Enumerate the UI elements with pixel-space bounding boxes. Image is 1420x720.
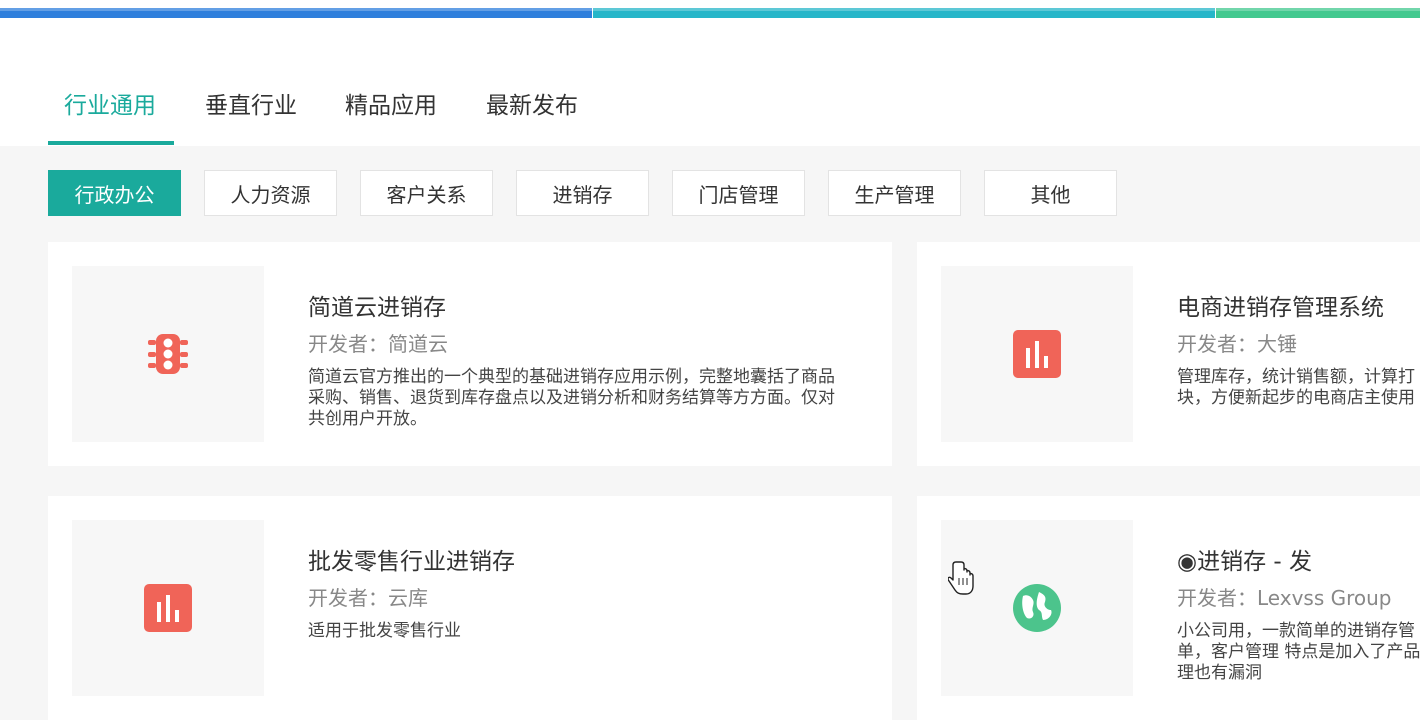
developer-label: 开发者： bbox=[308, 586, 388, 610]
tab-featured-apps[interactable]: 精品应用 bbox=[345, 86, 437, 120]
app-thumbnail bbox=[941, 266, 1133, 442]
app-thumbnail bbox=[941, 520, 1133, 696]
app-thumbnail bbox=[72, 266, 264, 442]
app-title[interactable]: 电商进销存管理系统 bbox=[1177, 288, 1384, 322]
bar-chart-icon bbox=[1013, 330, 1061, 378]
bar-chart-icon bbox=[144, 584, 192, 632]
filter-inventory[interactable]: 进销存 bbox=[516, 170, 649, 216]
top-bar-highlight bbox=[0, 8, 1420, 11]
developer-label: 开发者： bbox=[1177, 586, 1257, 610]
app-card[interactable]: 简道云进销存 开发者：简道云 简道云官方推出的一个典型的基础进销存应用示例，完整… bbox=[48, 242, 892, 466]
app-developer: 开发者：云库 bbox=[308, 582, 428, 611]
app-card[interactable]: 电商进销存管理系统 开发者：大锤 管理库存，统计销售额，计算打块，方便新起步的电… bbox=[917, 242, 1420, 466]
developer-name: 云库 bbox=[388, 586, 428, 610]
app-developer: 开发者：简道云 bbox=[308, 328, 448, 357]
filter-production-management[interactable]: 生产管理 bbox=[828, 170, 961, 216]
hand-pointer-cursor-icon bbox=[947, 560, 976, 596]
header: 行业通用 垂直行业 精品应用 最新发布 bbox=[0, 18, 1420, 146]
traffic-light-icon bbox=[144, 330, 192, 378]
app-developer: 开发者：大锤 bbox=[1177, 328, 1297, 357]
filter-other[interactable]: 其他 bbox=[984, 170, 1117, 216]
filter-admin-office[interactable]: 行政办公 bbox=[48, 170, 181, 216]
tab-industry-general[interactable]: 行业通用 bbox=[64, 86, 156, 120]
app-title[interactable]: ◉进销存 - 发 bbox=[1177, 542, 1312, 576]
globe-icon bbox=[1013, 584, 1061, 632]
app-card[interactable]: 批发零售行业进销存 开发者：云库 适用于批发零售行业 bbox=[48, 496, 892, 720]
app-description: 管理库存，统计销售额，计算打块，方便新起步的电商店主使用 bbox=[1177, 367, 1415, 408]
top-color-bar bbox=[0, 0, 1420, 18]
app-title[interactable]: 批发零售行业进销存 bbox=[308, 542, 515, 576]
filter-customer-relations[interactable]: 客户关系 bbox=[360, 170, 493, 216]
active-tab-indicator bbox=[48, 141, 174, 145]
app-card[interactable]: ◉进销存 - 发 开发者：Lexvss Group 小公司用，一款简单的进销存管… bbox=[917, 496, 1420, 720]
app-title[interactable]: 简道云进销存 bbox=[308, 288, 446, 322]
app-description: 适用于批发零售行业 bbox=[308, 621, 461, 641]
app-developer: 开发者：Lexvss Group bbox=[1177, 582, 1392, 611]
developer-name: 简道云 bbox=[388, 332, 448, 356]
app-description: 简道云官方推出的一个典型的基础进销存应用示例，完整地囊括了商品采购、销售、退货到… bbox=[308, 367, 835, 429]
tab-vertical-industry[interactable]: 垂直行业 bbox=[205, 86, 297, 120]
developer-label: 开发者： bbox=[1177, 332, 1257, 356]
filter-store-management[interactable]: 门店管理 bbox=[672, 170, 805, 216]
tab-latest-releases[interactable]: 最新发布 bbox=[486, 86, 578, 120]
developer-name: Lexvss Group bbox=[1257, 586, 1392, 610]
developer-label: 开发者： bbox=[308, 332, 388, 356]
developer-name: 大锤 bbox=[1257, 332, 1297, 356]
app-thumbnail bbox=[72, 520, 264, 696]
app-description: 小公司用，一款简单的进销存管单，客户管理 特点是加入了产品理也有漏洞 bbox=[1177, 621, 1420, 683]
filter-human-resources[interactable]: 人力资源 bbox=[204, 170, 337, 216]
